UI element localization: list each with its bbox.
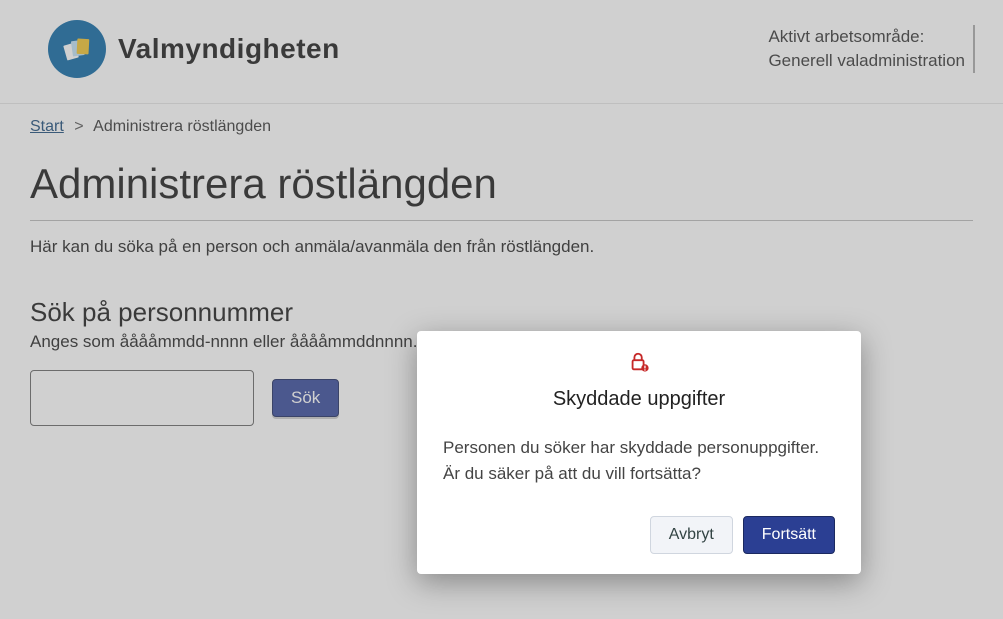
lock-alert-icon <box>443 351 835 378</box>
modal-body: Personen du söker har skyddade personupp… <box>443 435 835 486</box>
continue-button[interactable]: Fortsätt <box>743 516 835 554</box>
cancel-button[interactable]: Avbryt <box>650 516 733 554</box>
modal-body-line2: Är du säker på att du vill fortsätta? <box>443 461 835 487</box>
modal-body-line1: Personen du söker har skyddade personupp… <box>443 435 835 461</box>
protected-info-modal: Skyddade uppgifter Personen du söker har… <box>417 331 861 574</box>
modal-title: Skyddade uppgifter <box>443 388 835 411</box>
modal-actions: Avbryt Fortsätt <box>443 516 835 554</box>
